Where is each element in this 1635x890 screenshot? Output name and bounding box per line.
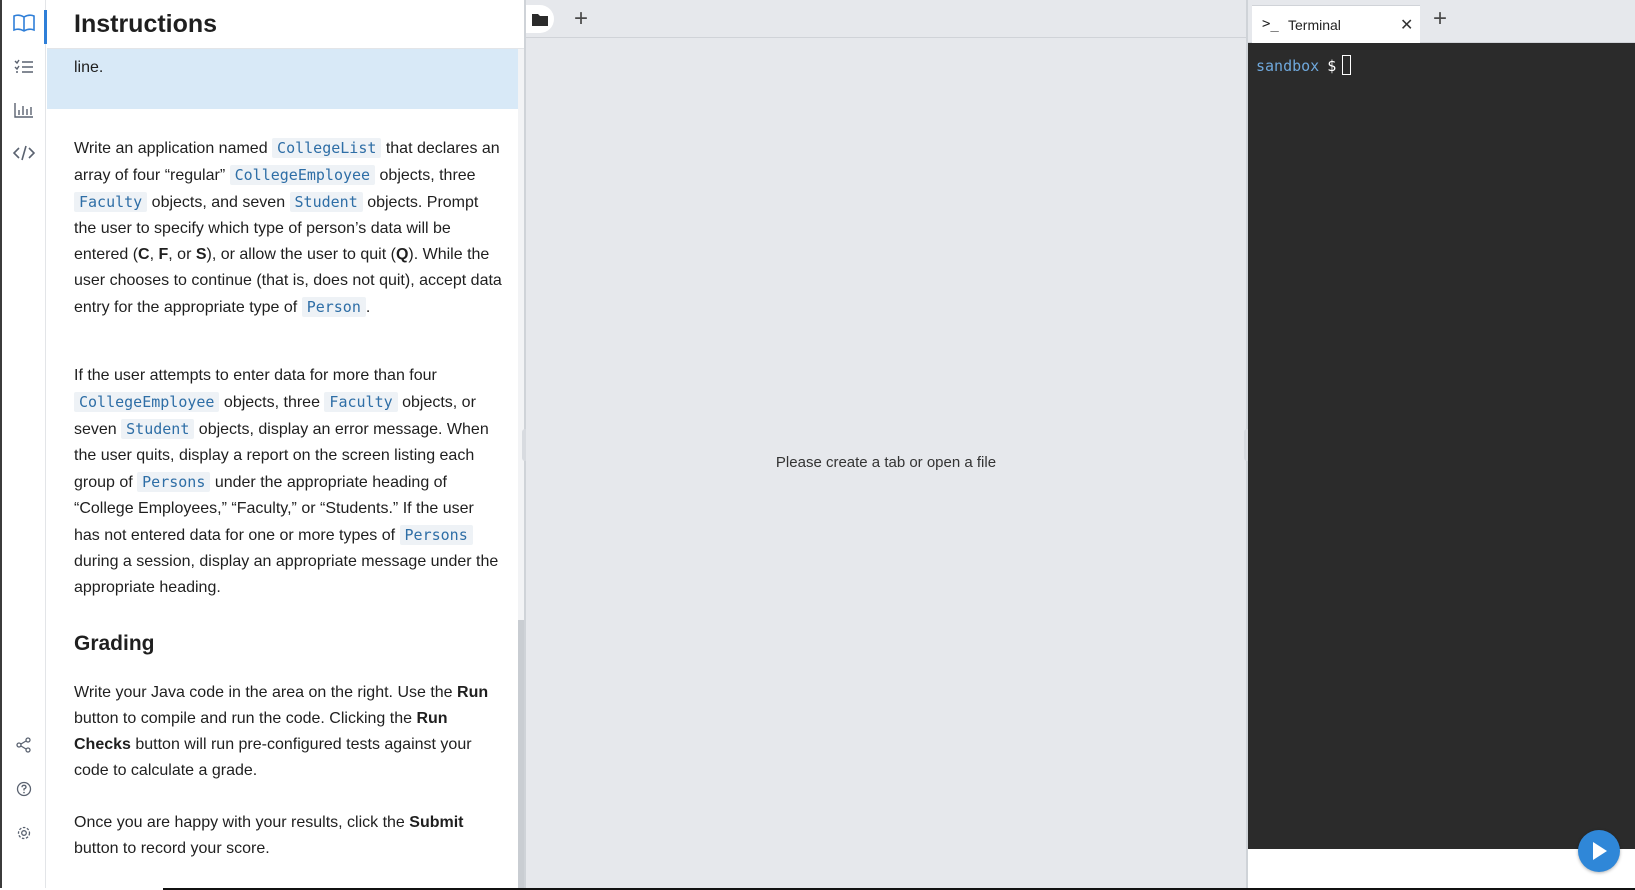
run-button[interactable] — [1578, 830, 1620, 872]
code-collegeemployee: CollegeEmployee — [74, 392, 220, 412]
checklist-icon[interactable] — [11, 54, 37, 80]
grading-heading: Grading — [74, 632, 155, 655]
close-icon[interactable]: ✕ — [1400, 15, 1413, 35]
code-collegeemployee: CollegeEmployee — [229, 165, 376, 185]
terminal-prompt: sandbox $ — [1256, 55, 1352, 75]
terminal-output[interactable]: sandbox $ — [1248, 43, 1635, 849]
book-icon[interactable] — [11, 10, 37, 36]
file-tree-button[interactable] — [526, 5, 554, 33]
terminal-panel: >_ Terminal ✕ + sandbox $ — [1248, 0, 1635, 888]
code-faculty: Faculty — [324, 392, 398, 412]
paragraph-submit: Once you are happy with your results, cl… — [74, 814, 464, 857]
app-root: line. Instructions Write an application … — [0, 0, 1635, 890]
paragraph-grading: Write your Java code in the area on the … — [74, 684, 489, 779]
help-icon[interactable] — [11, 776, 37, 802]
add-editor-tab-button[interactable]: + — [574, 7, 588, 31]
code-faculty: Faculty — [74, 192, 148, 212]
folder-icon — [532, 13, 548, 26]
editor-area: + Please create a tab or open a file — [526, 0, 1246, 888]
paragraph-limits: If the user attempts to enter data for m… — [74, 367, 499, 596]
code-collegelist: CollegeList — [272, 138, 382, 158]
bar-chart-icon[interactable] — [11, 97, 37, 123]
terminal-icon: >_ — [1262, 16, 1279, 32]
play-icon — [1593, 842, 1607, 860]
instructions-header: Instructions — [47, 0, 524, 49]
code-student: Student — [289, 192, 363, 212]
paragraph-task: Write an application named CollegeList t… — [74, 138, 502, 317]
highlighted-step: line. — [47, 49, 518, 109]
share-icon[interactable] — [11, 732, 37, 758]
terminal-tab-label: Terminal — [1288, 17, 1341, 33]
empty-editor-message: Please create a tab or open a file — [775, 454, 997, 471]
code-person: Person — [301, 297, 366, 317]
left-rail — [0, 0, 47, 888]
code-persons: Persons — [137, 472, 211, 492]
editor-tab-bar: + — [526, 0, 1246, 38]
terminal-tab-bar: >_ Terminal ✕ + — [1248, 0, 1635, 43]
add-terminal-tab-button[interactable]: + — [1433, 7, 1447, 31]
code-student: Student — [121, 419, 195, 439]
code-icon[interactable] — [11, 140, 37, 166]
tab-terminal[interactable]: >_ Terminal ✕ — [1252, 5, 1420, 43]
instructions-panel: line. Instructions Write an application … — [47, 0, 524, 888]
settings-icon[interactable] — [11, 820, 37, 846]
terminal-cursor — [1342, 55, 1352, 75]
highlight-text: line. — [74, 59, 104, 76]
page-title: Instructions — [74, 10, 218, 38]
code-persons: Persons — [399, 525, 473, 545]
